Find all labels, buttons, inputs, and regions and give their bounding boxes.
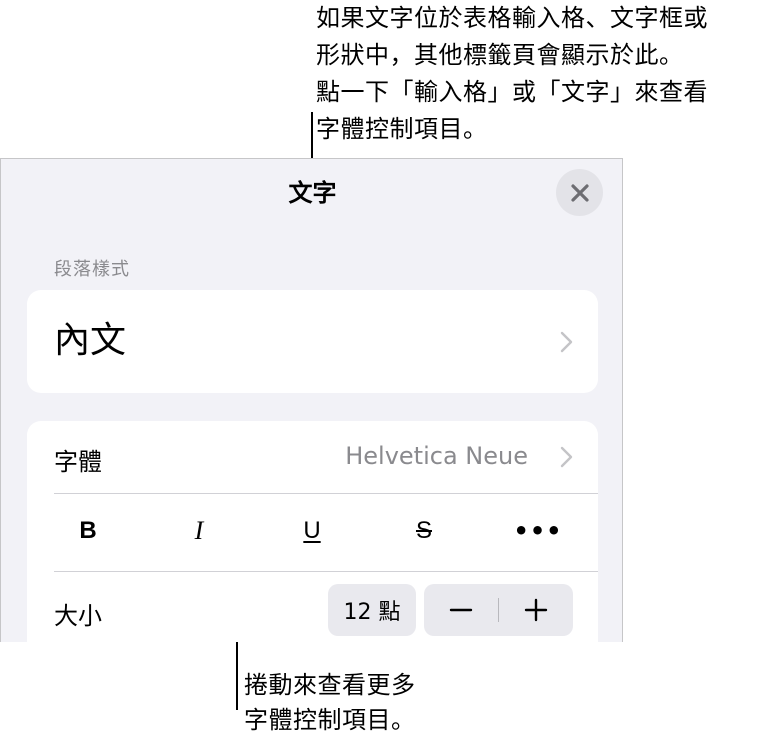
chevron-right-icon <box>560 331 573 353</box>
row-divider <box>54 493 598 494</box>
italic-button[interactable]: I <box>169 511 229 551</box>
strikethrough-button[interactable]: S <box>394 511 454 551</box>
font-name-value: Helvetica Neue <box>345 442 528 470</box>
callout-top-line-3: 點一下「輸入格」或「文字」來查看 <box>316 78 708 106</box>
callout-bottom-line-2: 字體控制項目。 <box>244 706 416 734</box>
close-icon <box>570 183 589 202</box>
increase-size-button[interactable] <box>499 584 573 636</box>
font-label: 字體 <box>54 448 102 476</box>
callout-top: 如果文字位於表格輸入格、文字框或 形狀中，其他標籤頁會顯示於此。 點一下「輸入格… <box>316 0 708 148</box>
underline-button[interactable]: U <box>282 511 342 551</box>
minus-icon <box>449 608 473 612</box>
bold-button[interactable]: B <box>58 511 118 551</box>
more-options-button[interactable]: ••• <box>508 511 568 551</box>
font-size-value[interactable]: 12 點 <box>328 584 416 636</box>
paragraph-style-value: 內文 <box>54 320 127 361</box>
font-controls-card: 字體 Helvetica Neue B I U S ••• 大小 12 點 <box>27 421 598 642</box>
plus-icon <box>524 598 548 622</box>
row-divider <box>54 571 598 572</box>
callout-top-line-2: 形狀中，其他標籤頁會顯示於此。 <box>316 41 684 69</box>
callout-top-line-1: 如果文字位於表格輸入格、文字框或 <box>316 4 708 32</box>
callout-bottom: 捲動來查看更多 字體控制項目。 <box>244 668 416 738</box>
text-format-panel: 文字 段落樣式 內文 字體 Helvetica Neue B I U S •••… <box>0 158 623 642</box>
font-size-stepper <box>424 584 573 636</box>
paragraph-style-section-label: 段落樣式 <box>54 259 130 280</box>
font-selector-row[interactable]: 字體 Helvetica Neue <box>27 421 598 493</box>
paragraph-style-selector[interactable]: 內文 <box>27 290 598 393</box>
close-button[interactable] <box>556 169 603 216</box>
decrease-size-button[interactable] <box>424 584 498 636</box>
callout-bottom-line-1: 捲動來查看更多 <box>244 671 416 699</box>
panel-title: 文字 <box>288 179 337 207</box>
chevron-right-icon <box>560 446 573 468</box>
size-label: 大小 <box>54 602 102 630</box>
callout-top-line-4: 字體控制項目。 <box>316 115 488 143</box>
